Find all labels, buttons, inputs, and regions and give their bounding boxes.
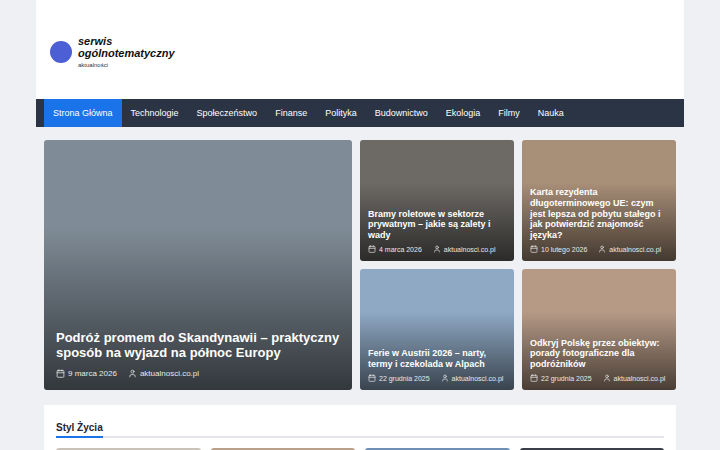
section-cards [56,448,664,450]
article-card[interactable]: Bramy roletowe w sektorze prywatnym – ja… [360,140,514,261]
article-author[interactable]: aktualnosci.co.pl [609,246,661,253]
featured-grid: Podróż promem do Skandynawii – praktyczn… [44,140,676,390]
logo-icon [50,41,72,63]
article-title[interactable]: Bramy roletowe w sektorze prywatnym – ja… [368,209,506,241]
nav-item[interactable]: Technologie [122,99,188,127]
article-date: 9 marca 2026 [68,369,117,378]
article-author[interactable]: aktualnosci.co.pl [444,246,496,253]
nav-item[interactable]: Budownictwo [366,99,437,127]
nav-item[interactable]: Finanse [266,99,316,127]
user-icon [433,245,441,253]
user-icon [441,374,449,382]
article-date: 4 marca 2026 [379,246,422,253]
article-date: 22 grudnia 2025 [379,375,430,382]
nav-item[interactable]: Filmy [489,99,529,127]
calendar-icon [368,374,376,382]
calendar-icon [368,245,376,253]
article-title[interactable]: Ferie w Austrii 2026 – narty, termy i cz… [368,348,506,370]
article-meta: 10 lutego 2026 aktualnosci.co.pl [530,245,668,253]
section-card[interactable] [365,448,510,450]
section-card[interactable] [56,448,201,450]
nav-item[interactable]: Ekologia [437,99,490,127]
nav-bar: Strona GłównaTechnologieSpołeczeństwoFin… [36,99,684,127]
article-author[interactable]: aktualnosci.co.pl [452,375,504,382]
page: serwis ogólnotematyczny aktualności Strona… [36,0,684,450]
article-card[interactable]: Karta rezydenta długoterminowego UE: czy… [522,140,676,261]
header: serwis ogólnotematyczny aktualności [36,0,684,99]
article-date: 10 lutego 2026 [541,246,587,253]
article-title[interactable]: Karta rezydenta długoterminowego UE: czy… [530,187,668,241]
logo-subtitle: aktualności [78,62,203,68]
user-icon [603,374,611,382]
article-card[interactable]: Ferie w Austrii 2026 – narty, termy i cz… [360,269,514,390]
article-meta: 9 marca 2026 aktualnosci.co.pl [56,369,340,378]
article-meta: 4 marca 2026 aktualnosci.co.pl [368,245,506,253]
article-meta: 22 grudnia 2025 aktualnosci.co.pl [368,374,506,382]
calendar-icon [530,245,538,253]
article-title[interactable]: Podróż promem do Skandynawii – praktyczn… [56,330,340,361]
logo-title: serwis ogólnotematyczny [78,35,203,59]
section-card[interactable] [211,448,356,450]
section-card[interactable] [520,448,665,450]
user-icon [128,369,137,378]
main: Podróż promem do Skandynawii – praktyczn… [36,127,684,450]
section-rule [56,436,664,438]
article-date: 22 grudnia 2025 [541,375,592,382]
user-icon [598,245,606,253]
section: Styl Życia [44,405,676,450]
article-title[interactable]: Odkryj Polskę przez obiektyw: porady fot… [530,338,668,370]
nav-item[interactable]: Strona Główna [44,99,122,127]
calendar-icon [56,369,65,378]
nav-item[interactable]: Nauka [529,99,573,127]
logo[interactable]: serwis ogólnotematyczny aktualności [50,35,203,68]
nav-item[interactable]: Społeczeństwo [188,99,267,127]
nav-item[interactable]: Polityka [316,99,366,127]
calendar-icon [530,374,538,382]
article-card[interactable]: Podróż promem do Skandynawii – praktyczn… [44,140,352,390]
article-author[interactable]: aktualnosci.co.pl [140,369,199,378]
section-title: Styl Życia [56,422,103,438]
article-card[interactable]: Odkryj Polskę przez obiektyw: porady fot… [522,269,676,390]
article-meta: 22 grudnia 2025 aktualnosci.co.pl [530,374,668,382]
article-author[interactable]: aktualnosci.co.pl [614,375,666,382]
